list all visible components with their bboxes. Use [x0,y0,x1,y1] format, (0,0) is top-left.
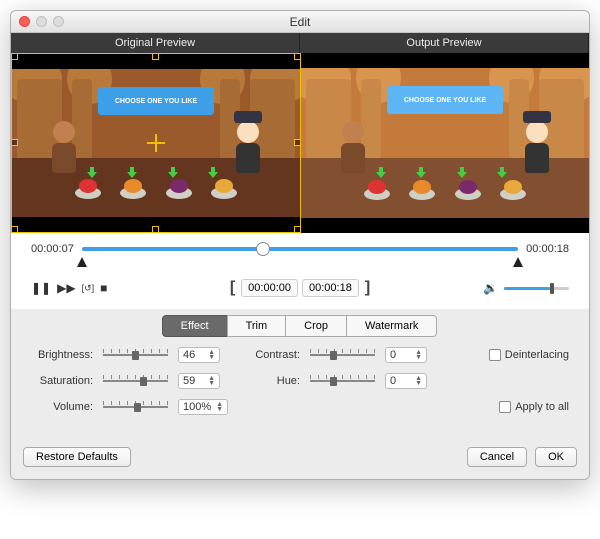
crop-handle[interactable] [152,53,159,60]
brightness-label: Brightness: [31,349,93,361]
effects-panel: Brightness: 46▲▼ Contrast: 0▲▼ Deinterla… [11,337,589,439]
crop-handle[interactable] [294,53,301,60]
tab-trim[interactable]: Trim [227,315,287,337]
volume-slider[interactable] [504,287,569,290]
timeline-end-time: 00:00:18 [526,243,569,255]
contrast-slider[interactable] [310,347,375,363]
original-preview-header: Original Preview [11,33,300,53]
output-preview-header: Output Preview [300,33,589,53]
next-frame-button[interactable]: ▶▶ [57,281,75,295]
edit-window: Edit Original Preview Output Preview CHO… [10,10,590,480]
volume-label: Volume: [31,401,93,413]
timeline-slider[interactable] [82,247,518,251]
timeline: 00:00:07 00:00:18 [11,233,589,271]
crop-handle[interactable] [152,226,159,233]
range-end-input[interactable]: 00:00:18 [302,279,359,297]
ok-button[interactable]: OK [535,447,577,467]
crop-handle[interactable] [11,53,18,60]
brightness-slider[interactable] [103,347,168,363]
preview-area: CHOOSE ONE YOU LIKE [11,53,589,233]
hue-slider[interactable] [310,373,375,389]
set-start-bracket[interactable]: [ [228,279,237,297]
scene-banner: CHOOSE ONE YOU LIKE [98,87,213,115]
saturation-slider[interactable] [103,373,168,389]
original-preview[interactable]: CHOOSE ONE YOU LIKE [11,53,301,233]
output-preview: CHOOSE ONE YOU LIKE [301,53,589,233]
effect-volume-slider[interactable] [103,399,168,415]
hue-label: Hue: [250,375,300,387]
range-start-input[interactable]: 00:00:00 [241,279,298,297]
tab-watermark[interactable]: Watermark [346,315,437,337]
restore-defaults-button[interactable]: Restore Defaults [23,447,131,467]
titlebar: Edit [11,11,589,33]
window-title: Edit [11,15,589,29]
contrast-label: Contrast: [250,349,300,361]
volume-icon[interactable]: 🔉 [483,281,498,295]
timeline-current-time: 00:00:07 [31,243,74,255]
contrast-input[interactable]: 0▲▼ [385,347,427,363]
deinterlacing-checkbox[interactable]: Deinterlacing [489,349,569,361]
tab-bar: Effect Trim Crop Watermark [11,309,589,337]
apply-to-all-checkbox[interactable]: Apply to all [499,401,569,413]
tab-crop[interactable]: Crop [285,315,347,337]
crop-handle[interactable] [294,139,301,146]
trim-end-handle[interactable] [513,257,523,267]
loop-button[interactable]: [↺] [82,283,95,294]
timeline-thumb[interactable] [256,242,270,256]
effect-volume-input[interactable]: 100%▲▼ [178,399,228,415]
cancel-button[interactable]: Cancel [467,447,527,467]
tab-effect[interactable]: Effect [162,315,228,337]
saturation-input[interactable]: 59▲▼ [178,373,220,389]
crop-center-icon[interactable] [147,134,165,152]
playback-controls: ❚❚ ▶▶ [↺] ■ [ 00:00:00 00:00:18 ] 🔉 [11,271,589,309]
stop-button[interactable]: ■ [100,281,107,295]
trim-start-handle[interactable] [77,257,87,267]
crop-handle[interactable] [294,226,301,233]
crop-handle[interactable] [11,139,18,146]
brightness-input[interactable]: 46▲▼ [178,347,220,363]
hue-input[interactable]: 0▲▼ [385,373,427,389]
crop-handle[interactable] [11,226,18,233]
footer: Restore Defaults Cancel OK [11,439,589,479]
set-end-bracket[interactable]: ] [363,279,372,297]
saturation-label: Saturation: [31,375,93,387]
pause-button[interactable]: ❚❚ [31,281,51,295]
